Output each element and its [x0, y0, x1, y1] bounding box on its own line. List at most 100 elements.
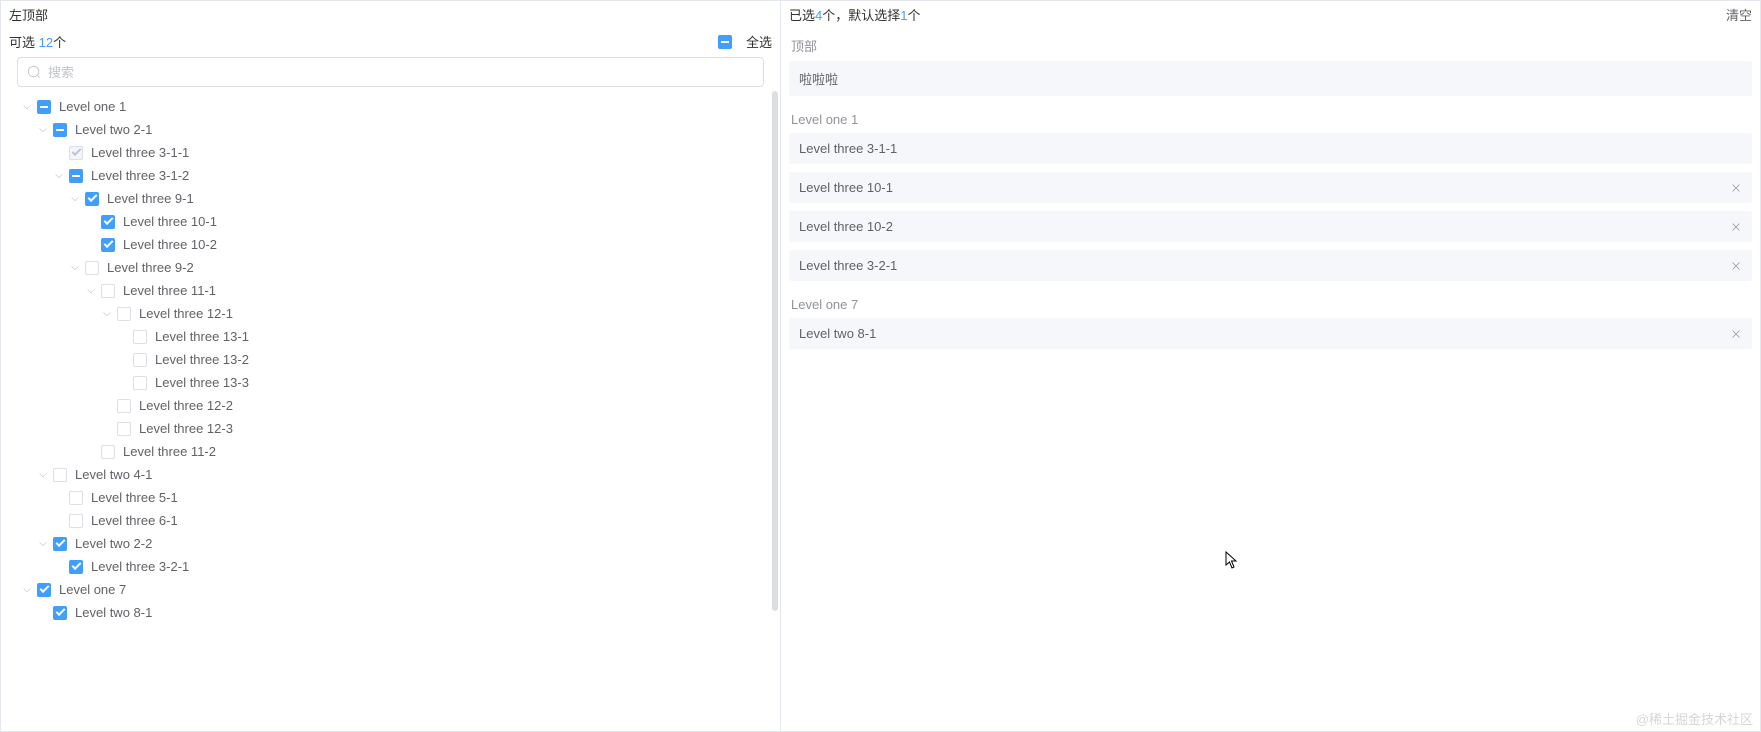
- tree-node[interactable]: Level three 10-2: [17, 233, 764, 256]
- tree-node[interactable]: Level three 3-1-2: [17, 164, 764, 187]
- left-sub-header: 可选 12个 全选: [1, 28, 780, 57]
- tree-node-label: Level three 6-1: [91, 513, 178, 528]
- tree-node[interactable]: Level three 13-2: [17, 348, 764, 371]
- caret-icon[interactable]: [69, 193, 81, 205]
- tree-node[interactable]: Level three 3-1-1: [17, 141, 764, 164]
- tree-node-label: Level two 8-1: [75, 605, 152, 620]
- tree-node[interactable]: Level two 2-1: [17, 118, 764, 141]
- selected-list: 顶部啦啦啦Level one 1Level three 3-1-1Level t…: [789, 28, 1752, 357]
- tree-node[interactable]: Level three 9-1: [17, 187, 764, 210]
- tree-node-label: Level three 3-1-2: [91, 168, 189, 183]
- tree-checkbox[interactable]: [101, 445, 115, 459]
- right-header: 已选4个，默认选择1个 清空: [789, 1, 1752, 28]
- scrollbar-thumb[interactable]: [772, 91, 778, 611]
- close-icon[interactable]: [1730, 328, 1742, 340]
- tree-node[interactable]: Level two 8-1: [17, 601, 764, 624]
- tree-node-label: Level three 5-1: [91, 490, 178, 505]
- tree-checkbox[interactable]: [133, 376, 147, 390]
- selected-item: Level three 10-2: [789, 211, 1752, 242]
- selected-item-label: Level two 8-1: [799, 326, 876, 341]
- tree-node-label: Level three 10-2: [123, 237, 217, 252]
- tree-node-label: Level three 11-2: [123, 444, 216, 459]
- tree-checkbox[interactable]: [53, 537, 67, 551]
- tree-node[interactable]: Level three 12-2: [17, 394, 764, 417]
- tree-node-label: Level three 3-1-1: [91, 145, 189, 160]
- search-input[interactable]: [17, 57, 764, 87]
- tree-node[interactable]: Level three 12-1: [17, 302, 764, 325]
- tree-node[interactable]: Level three 11-1: [17, 279, 764, 302]
- tree-checkbox[interactable]: [69, 491, 83, 505]
- tree-node-label: Level two 4-1: [75, 467, 152, 482]
- tree[interactable]: Level one 1 Level two 2-1 Level three 3-1-…: [1, 95, 780, 731]
- tree-checkbox[interactable]: [37, 100, 51, 114]
- selected-item-label: Level three 10-2: [799, 219, 893, 234]
- tree-checkbox[interactable]: [133, 353, 147, 367]
- selected-item: Level two 8-1: [789, 318, 1752, 349]
- tree-checkbox[interactable]: [69, 169, 83, 183]
- caret-icon[interactable]: [37, 124, 49, 136]
- caret-icon[interactable]: [21, 101, 33, 113]
- selected-item-label: Level three 3-1-1: [799, 141, 897, 156]
- tree-node-label: Level three 10-1: [123, 214, 217, 229]
- tree-node[interactable]: Level one 7: [17, 578, 764, 601]
- close-icon[interactable]: [1730, 260, 1742, 272]
- select-all-checkbox[interactable]: [718, 35, 732, 49]
- tree-node-label: Level three 9-2: [107, 260, 194, 275]
- scrollbar[interactable]: [772, 91, 778, 725]
- tree-node[interactable]: Level one 1: [17, 95, 764, 118]
- caret-icon[interactable]: [37, 469, 49, 481]
- search-icon: [27, 65, 41, 79]
- tree-node[interactable]: Level three 13-1: [17, 325, 764, 348]
- close-icon[interactable]: [1730, 182, 1742, 194]
- caret-icon[interactable]: [53, 170, 65, 182]
- tree-node-label: Level three 9-1: [107, 191, 194, 206]
- clear-button[interactable]: 清空: [1726, 5, 1752, 24]
- left-panel: 左顶部 可选 12个 全选 Level one 1Level two 2-1Le…: [1, 1, 781, 731]
- tree-node[interactable]: Level two 4-1: [17, 463, 764, 486]
- selected-item: Level three 10-1: [789, 172, 1752, 203]
- tree-checkbox[interactable]: [85, 261, 99, 275]
- close-icon[interactable]: [1730, 221, 1742, 233]
- tree-checkbox[interactable]: [133, 330, 147, 344]
- tree-node[interactable]: Level two 2-2: [17, 532, 764, 555]
- caret-icon[interactable]: [21, 584, 33, 596]
- caret-icon[interactable]: [69, 262, 81, 274]
- tree-checkbox[interactable]: [69, 560, 83, 574]
- select-all-button[interactable]: 全选: [718, 32, 772, 51]
- tree-node[interactable]: Level three 5-1: [17, 486, 764, 509]
- tree-checkbox[interactable]: [85, 192, 99, 206]
- tree-checkbox[interactable]: [53, 468, 67, 482]
- selected-item: Level three 3-1-1: [789, 133, 1752, 164]
- tree-node-label: Level three 12-3: [139, 421, 233, 436]
- tree-checkbox[interactable]: [117, 422, 131, 436]
- caret-icon[interactable]: [101, 308, 113, 320]
- watermark: @稀土掘金技术社区: [1636, 709, 1753, 728]
- tree-node-label: Level two 2-2: [75, 536, 152, 551]
- tree-node[interactable]: Level three 12-3: [17, 417, 764, 440]
- tree-checkbox[interactable]: [53, 606, 67, 620]
- caret-icon[interactable]: [37, 538, 49, 550]
- tree-node[interactable]: Level three 3-2-1: [17, 555, 764, 578]
- selected-item-label: Level three 3-2-1: [799, 258, 897, 273]
- tree-node[interactable]: Level three 9-2: [17, 256, 764, 279]
- tree-node[interactable]: Level three 11-2: [17, 440, 764, 463]
- left-title: 左顶部: [1, 1, 780, 28]
- tree-checkbox[interactable]: [101, 284, 115, 298]
- tree-node[interactable]: Level three 10-1: [17, 210, 764, 233]
- tree-checkbox[interactable]: [117, 307, 131, 321]
- tree-checkbox[interactable]: [69, 514, 83, 528]
- tree-node[interactable]: Level three 13-3: [17, 371, 764, 394]
- tree-checkbox[interactable]: [101, 238, 115, 252]
- selected-item-label: Level three 10-1: [799, 180, 893, 195]
- tree-checkbox[interactable]: [101, 215, 115, 229]
- tree-checkbox[interactable]: [53, 123, 67, 137]
- tree-node-label: Level three 13-1: [155, 329, 249, 344]
- tree-node-label: Level two 2-1: [75, 122, 152, 137]
- tree-node-label: Level three 3-2-1: [91, 559, 189, 574]
- tree-node[interactable]: Level three 6-1: [17, 509, 764, 532]
- tree-checkbox[interactable]: [117, 399, 131, 413]
- tree-checkbox[interactable]: [37, 583, 51, 597]
- group-label: 顶部: [789, 28, 1752, 61]
- caret-icon[interactable]: [85, 285, 97, 297]
- tree-node-label: Level one 7: [59, 582, 126, 597]
